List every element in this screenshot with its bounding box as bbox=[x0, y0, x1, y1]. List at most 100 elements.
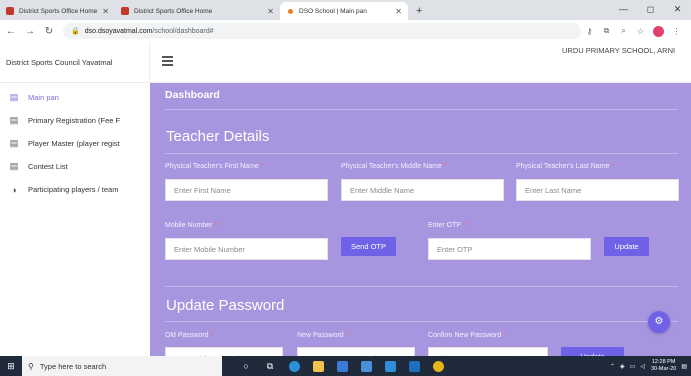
close-tab-icon[interactable]: ✕ bbox=[267, 7, 274, 16]
clipboard-icon: ▤ bbox=[9, 92, 19, 102]
loading-dot-icon bbox=[288, 8, 293, 14]
sidebar-item-primary-registration[interactable]: ▤ Primary Registration (Fee F bbox=[0, 109, 150, 132]
divider bbox=[165, 286, 678, 287]
half-circle-icon: ◑ bbox=[11, 184, 17, 195]
key-icon[interactable]: ⚷ bbox=[581, 27, 598, 36]
browser-tab-strip: District Sports Office Home ✕ District S… bbox=[0, 0, 691, 20]
network-icon[interactable]: ◈ bbox=[620, 363, 625, 370]
tray-chevron-icon[interactable]: ⌃ bbox=[610, 363, 615, 370]
hamburger-menu-icon[interactable] bbox=[162, 56, 173, 68]
menu-dots-icon[interactable]: ⋮ bbox=[668, 27, 685, 36]
update-password-button[interactable]: Update bbox=[561, 347, 624, 356]
clipboard-icon: ▤ bbox=[9, 138, 19, 148]
windows-taskbar: ⊞ ⚲ Type here to search ○ ⧉ ⌃ ◈ ▭ ◁ 12:2… bbox=[0, 356, 691, 376]
confirm-password-field[interactable] bbox=[428, 347, 548, 356]
battery-icon[interactable]: ▭ bbox=[630, 363, 636, 370]
file-explorer-icon[interactable] bbox=[306, 356, 330, 376]
url-field[interactable]: 🔒 dso.dsoyavatmal.com/school/dashboard# bbox=[63, 23, 581, 39]
clipboard-icon: ▤ bbox=[9, 115, 19, 125]
gear-icon: ⚙ bbox=[654, 316, 664, 327]
url-path: /school/dashboard# bbox=[152, 27, 214, 35]
mobile-number-label: Mobile Number * bbox=[165, 222, 218, 229]
first-name-field[interactable] bbox=[165, 179, 328, 201]
system-clock[interactable]: 12:28 PM 30-Mar-20 bbox=[651, 359, 676, 373]
last-name-label: Physical Teacher's Last Name * bbox=[516, 163, 615, 170]
taskbar-search-field[interactable]: ⚲ Type here to search bbox=[22, 356, 222, 376]
send-otp-button[interactable]: Send OTP bbox=[341, 237, 396, 256]
chrome-icon[interactable] bbox=[426, 356, 450, 376]
notifications-icon[interactable]: ▤ bbox=[681, 363, 687, 370]
profile-avatar[interactable] bbox=[653, 25, 664, 37]
address-bar: ← → ↻ 🔒 dso.dsoyavatmal.com/school/dashb… bbox=[0, 20, 691, 43]
system-tray: ⌃ ◈ ▭ ◁ 12:28 PM 30-Mar-20 ▤ bbox=[605, 359, 691, 373]
brand-title: District Sports Council Yavatmal bbox=[0, 42, 150, 83]
tab-title: DSO School | Main pan bbox=[299, 7, 367, 15]
sidebar-item-label: Player Master (player regist bbox=[28, 139, 120, 148]
lock-icon: 🔒 bbox=[71, 28, 80, 35]
clipboard-icon: ▤ bbox=[9, 161, 19, 171]
search-icon: ⚲ bbox=[28, 361, 34, 371]
store-icon[interactable] bbox=[330, 356, 354, 376]
minimize-button[interactable]: — bbox=[610, 0, 637, 20]
sidebar-item-main-pan[interactable]: ▤ Main pan bbox=[0, 86, 150, 109]
forward-arrow-icon[interactable]: → bbox=[22, 26, 38, 37]
school-name: URDU PRIMARY SCHOOL, ARNI bbox=[562, 46, 676, 55]
browser-tab-3-active[interactable]: DSO School | Main pan ✕ bbox=[280, 2, 408, 20]
edge-icon[interactable] bbox=[282, 356, 306, 376]
outlook-icon[interactable] bbox=[402, 356, 426, 376]
tab-title: District Sports Office Home bbox=[19, 7, 98, 15]
browser-tab-1[interactable]: District Sports Office Home ✕ bbox=[0, 2, 115, 20]
divider bbox=[165, 153, 678, 154]
otp-field[interactable] bbox=[428, 238, 591, 260]
translate-icon[interactable]: ⧉ bbox=[598, 26, 615, 36]
teacher-details-heading: Teacher Details bbox=[166, 128, 270, 145]
browser-tab-2[interactable]: District Sports Office Home ✕ bbox=[115, 2, 280, 20]
close-tab-icon[interactable]: ✕ bbox=[102, 7, 109, 16]
confirm-password-label: Confirm New Password * bbox=[428, 332, 506, 339]
update-teacher-button[interactable]: Update bbox=[604, 237, 649, 256]
volume-icon[interactable]: ◁ bbox=[640, 363, 645, 370]
taskbar-search-placeholder: Type here to search bbox=[39, 361, 107, 371]
sidebar-item-label: Main pan bbox=[28, 93, 59, 102]
network-app-icon[interactable] bbox=[378, 356, 402, 376]
sidebar-item-label: Contest List bbox=[28, 162, 68, 171]
middle-name-field[interactable] bbox=[341, 179, 504, 201]
sidebar-item-player-master[interactable]: ▤ Player Master (player regist bbox=[0, 132, 150, 155]
sidebar-item-label: Participating players / team bbox=[28, 185, 119, 194]
page-title: Dashboard bbox=[165, 89, 220, 101]
star-icon[interactable]: ☆ bbox=[632, 27, 649, 36]
settings-fab-button[interactable]: ⚙ bbox=[648, 311, 670, 333]
close-tab-icon[interactable]: ✕ bbox=[395, 7, 402, 16]
new-tab-button[interactable]: + bbox=[408, 2, 430, 20]
back-arrow-icon[interactable]: ← bbox=[3, 26, 19, 37]
task-view-icon[interactable]: ⧉ bbox=[258, 356, 282, 376]
new-password-field[interactable] bbox=[297, 347, 415, 356]
reload-icon[interactable]: ↻ bbox=[41, 26, 57, 37]
tab-title: District Sports Office Home bbox=[134, 7, 213, 15]
mobile-number-field[interactable] bbox=[165, 238, 328, 260]
close-window-button[interactable]: ✕ bbox=[664, 0, 691, 20]
main-content: Dashboard Teacher Details Physical Teach… bbox=[150, 83, 691, 356]
cortana-icon[interactable]: ○ bbox=[234, 356, 258, 376]
mail-icon[interactable] bbox=[354, 356, 378, 376]
url-host: dso.dsoyavatmal.com bbox=[84, 27, 153, 35]
middle-name-label: Physical Teacher's Middle Name * bbox=[341, 163, 447, 170]
first-name-label: Physical Teacher's First Name * bbox=[165, 163, 264, 170]
site-favicon-icon bbox=[121, 7, 129, 15]
windows-start-icon[interactable]: ⊞ bbox=[0, 361, 22, 372]
sidebar-item-label: Primary Registration (Fee F bbox=[28, 116, 121, 125]
sidebar: ▤ Main pan ▤ Primary Registration (Fee F… bbox=[0, 83, 151, 356]
old-password-label: Old Password * bbox=[165, 332, 214, 339]
otp-label: Enter OTP * bbox=[428, 222, 466, 229]
divider bbox=[165, 321, 678, 322]
zoom-icon[interactable]: ⌕ bbox=[615, 26, 632, 36]
sidebar-item-participating-players[interactable]: ◑ Participating players / team bbox=[0, 178, 150, 201]
browser-actions: ⚷ ⧉ ⌕ ☆ ⋮ bbox=[581, 25, 691, 37]
divider bbox=[165, 109, 678, 110]
maximize-button[interactable]: ◻ bbox=[637, 0, 664, 20]
last-name-field[interactable] bbox=[516, 179, 679, 201]
top-bar: URDU PRIMARY SCHOOL, ARNI bbox=[150, 42, 691, 83]
sidebar-item-contest-list[interactable]: ▤ Contest List bbox=[0, 155, 150, 178]
site-favicon-icon bbox=[6, 7, 14, 15]
old-password-field[interactable] bbox=[165, 347, 283, 356]
